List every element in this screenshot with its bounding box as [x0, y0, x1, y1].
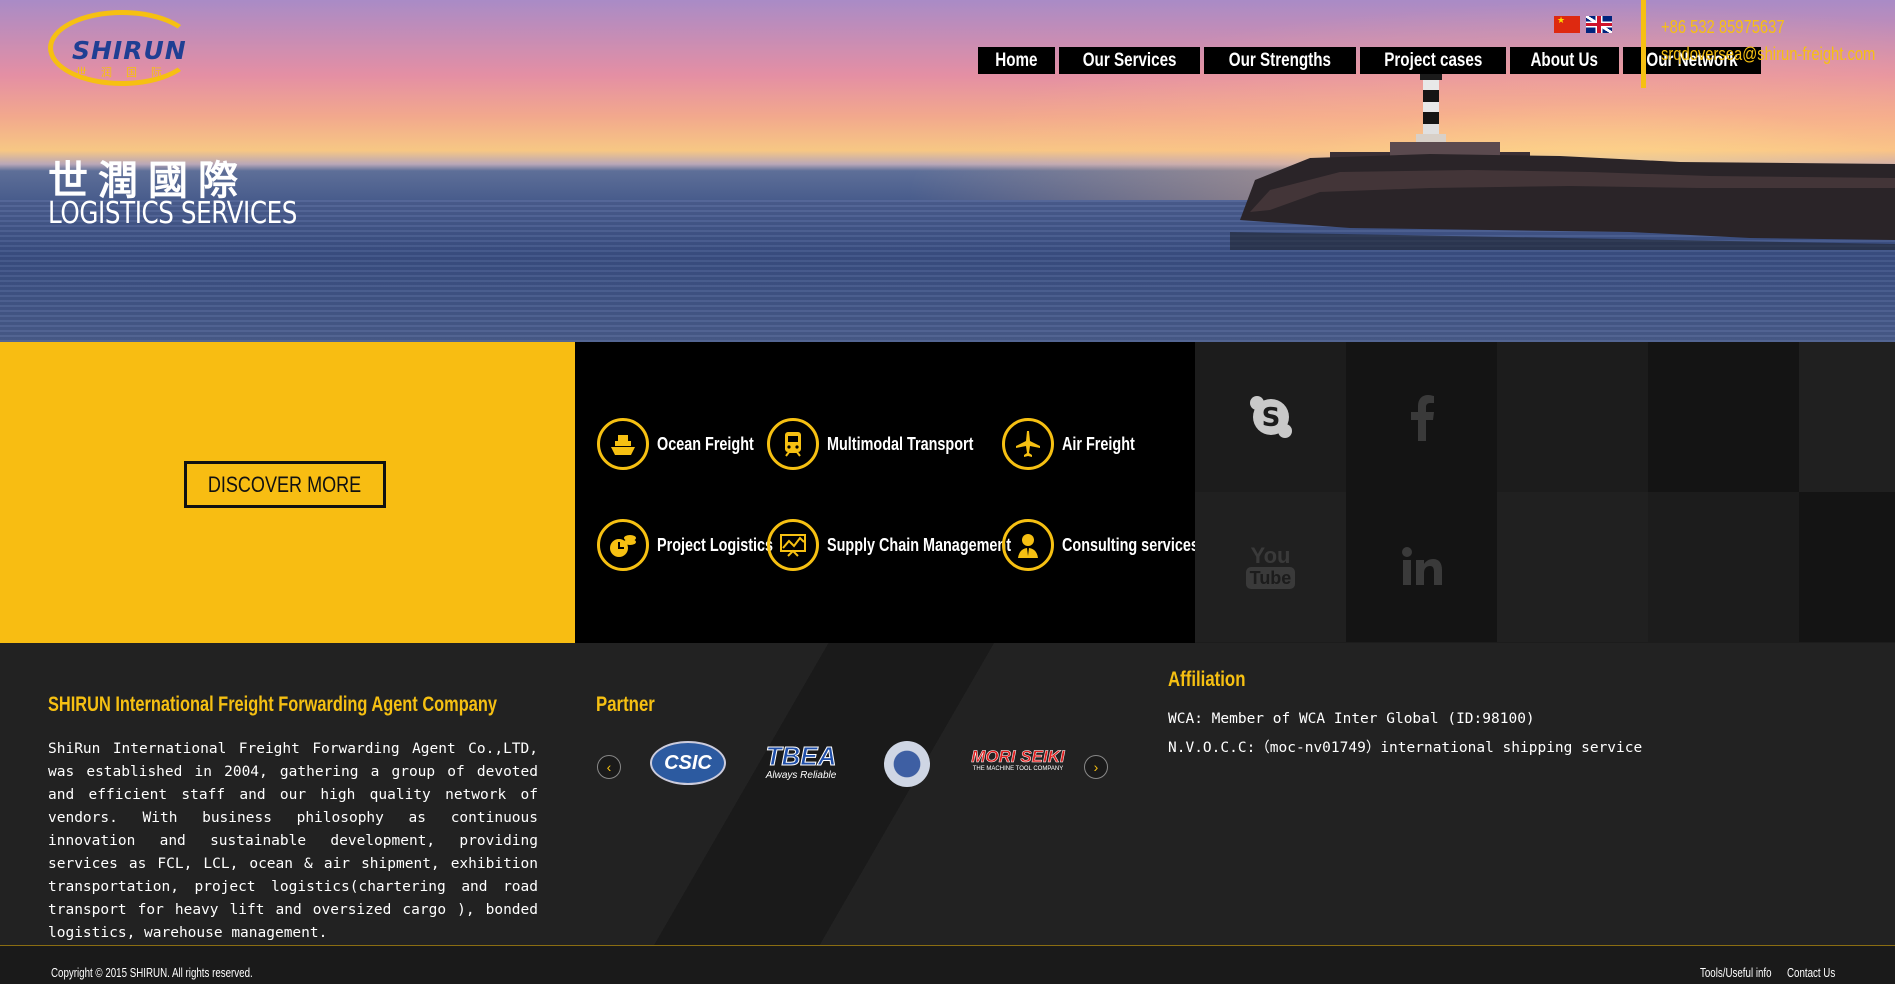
- clock-coins-icon: [597, 519, 649, 571]
- skype-icon: S: [1249, 396, 1292, 438]
- tbea-logo-text: TBEA: [765, 741, 837, 771]
- partner-title: Partner: [596, 693, 655, 716]
- footer-bar: [0, 945, 1895, 984]
- nav-our-strengths[interactable]: Our Strengths: [1204, 47, 1356, 74]
- discover-more-button[interactable]: DISCOVER MORE: [184, 461, 386, 508]
- hero-title-english: LOGISTICS SERVICES: [48, 196, 297, 231]
- ship-icon: [597, 418, 649, 470]
- partner-prev-arrow-icon[interactable]: ‹: [597, 755, 621, 779]
- empty-tile: [1497, 492, 1648, 642]
- chart-icon: [767, 519, 819, 571]
- tbea-logo[interactable]: TBEA Always Reliable: [746, 742, 856, 786]
- lighthouse-coast-image: [1230, 72, 1895, 250]
- youtube-tile[interactable]: You Tube: [1195, 492, 1346, 642]
- empty-tile: [1648, 342, 1799, 492]
- logo-chinese: 世润国际: [76, 67, 176, 79]
- partner-next-arrow-icon[interactable]: ›: [1084, 755, 1108, 779]
- email-link[interactable]: srqdoversea@shirun-freight.com: [1661, 41, 1875, 68]
- service-label: Supply Chain Management: [827, 534, 1012, 555]
- contact-divider: [1641, 0, 1646, 88]
- nav-about-us[interactable]: About Us: [1510, 47, 1619, 74]
- linkedin-tile[interactable]: [1346, 492, 1497, 642]
- phone-number[interactable]: +86 532 85975637: [1661, 14, 1875, 41]
- skype-tile[interactable]: S: [1195, 342, 1346, 492]
- empty-tile: [1799, 342, 1895, 492]
- service-air-freight[interactable]: Air Freight: [1002, 418, 1153, 470]
- service-ocean-freight[interactable]: Ocean Freight: [597, 418, 778, 470]
- airplane-icon: [1002, 418, 1054, 470]
- empty-tile: [1497, 342, 1648, 492]
- service-label: Ocean Freight: [657, 433, 754, 454]
- service-label: Multimodal Transport: [827, 433, 974, 454]
- affiliation-nvocc: N.V.O.C.C:（moc-nv01749）international shi…: [1168, 740, 1643, 756]
- language-switcher: [1554, 15, 1612, 33]
- mori-seiki-logo[interactable]: MORI SEIKI THE MACHINE TOOL COMPANY: [966, 747, 1070, 772]
- csic-logo[interactable]: CSIC: [650, 741, 726, 785]
- uk-flag-icon[interactable]: [1586, 16, 1612, 33]
- affiliation-title: Affiliation: [1168, 668, 1246, 691]
- china-flag-icon[interactable]: [1554, 15, 1580, 33]
- mori-seiki-logo-tagline: THE MACHINE TOOL COMPANY: [972, 766, 1064, 772]
- tools-useful-info-link[interactable]: Tools/Useful info: [1700, 965, 1772, 980]
- facebook-tile[interactable]: [1346, 342, 1497, 492]
- nav-project-cases[interactable]: Project cases: [1359, 47, 1507, 74]
- services-panel: Ocean Freight Multimodal Transport Air F…: [575, 342, 1199, 643]
- copyright: Copyright © 2015 SHIRUN. All rights rese…: [51, 965, 253, 980]
- social-grid: S You Tube: [1195, 342, 1895, 643]
- linkedin-icon: [1401, 547, 1442, 585]
- service-label: Air Freight: [1062, 433, 1135, 454]
- svg-text:S: S: [1261, 403, 1280, 433]
- facebook-icon: [1410, 395, 1434, 441]
- empty-tile: [1799, 492, 1895, 642]
- seal-logo[interactable]: [884, 741, 930, 787]
- empty-tile: [1648, 492, 1799, 642]
- nav-home[interactable]: Home: [978, 47, 1055, 74]
- company-title: SHIRUN International Freight Forwarding …: [48, 693, 497, 716]
- shirun-logo[interactable]: SHIRUN 世润国际: [46, 8, 216, 92]
- tbea-logo-tagline: Always Reliable: [765, 770, 837, 781]
- contact-us-link[interactable]: Contact Us: [1787, 965, 1835, 980]
- footer-links: Tools/Useful info Contact Us: [1700, 965, 1838, 980]
- logo-wordmark: SHIRUN: [72, 36, 187, 65]
- mori-seiki-logo-text: MORI SEIKI: [971, 747, 1065, 766]
- affiliation-wca: WCA: Member of WCA Inter Global (ID:9810…: [1168, 711, 1535, 727]
- csic-logo-text: CSIC: [664, 751, 712, 774]
- youtube-icon: You: [1250, 543, 1291, 568]
- page: SHIRUN 世润国际 世潤國際 LOGISTICS SERVICES Home…: [0, 0, 1895, 984]
- service-label: Project Logistics: [657, 534, 774, 555]
- company-description: ShiRun International Freight Forwarding …: [48, 741, 538, 941]
- contact-info: +86 532 85975637 srqdoversea@shirun-frei…: [1661, 14, 1895, 68]
- service-multimodal-transport[interactable]: Multimodal Transport: [767, 418, 1010, 470]
- youtube-icon-tube: Tube: [1245, 567, 1296, 589]
- service-label: Consulting services: [1062, 534, 1199, 555]
- consultant-icon: [1002, 519, 1054, 571]
- train-icon: [767, 418, 819, 470]
- hero-banner: SHIRUN 世润国际 世潤國際 LOGISTICS SERVICES Home…: [0, 0, 1895, 342]
- nav-our-services[interactable]: Our Services: [1058, 47, 1201, 74]
